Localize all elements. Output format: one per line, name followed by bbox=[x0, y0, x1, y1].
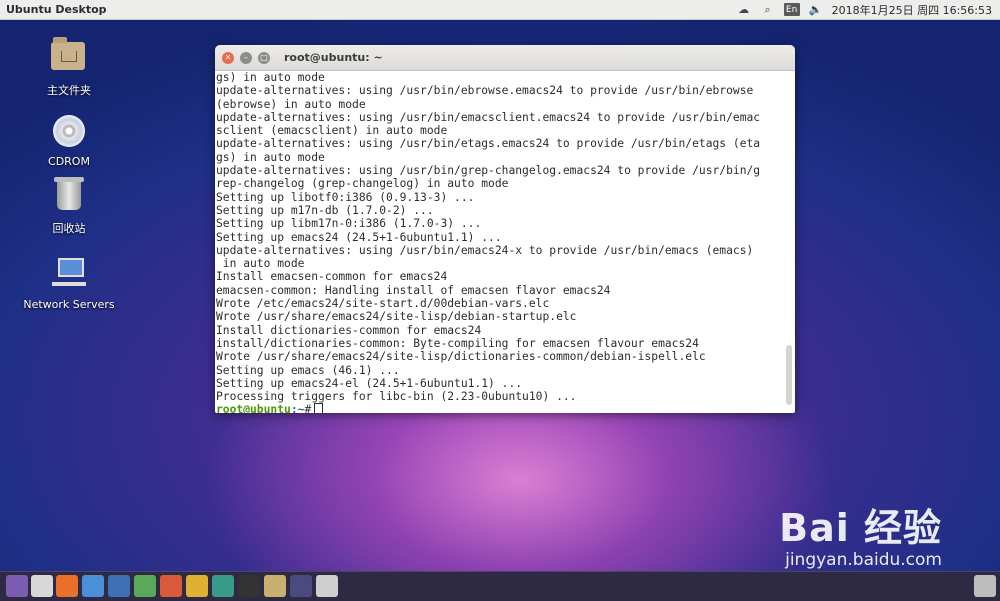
desktop-icon-label: 回收站 bbox=[52, 222, 86, 235]
terminal-scrollbar[interactable] bbox=[786, 345, 792, 405]
image-editor-icon[interactable] bbox=[186, 575, 208, 597]
dock-trash-icon[interactable] bbox=[974, 575, 996, 597]
terminal-title: root@ubuntu: ~ bbox=[284, 51, 383, 64]
terminal-icon[interactable] bbox=[238, 575, 260, 597]
desktop-icon-label: CDROM bbox=[48, 155, 90, 168]
file-manager-icon[interactable] bbox=[31, 575, 53, 597]
watermark-url: jingyan.baidu.com bbox=[785, 550, 942, 570]
terminal-line: install/dictionaries-common: Byte-compil… bbox=[216, 336, 699, 350]
presentation-icon[interactable] bbox=[160, 575, 182, 597]
terminal-line: Processing triggers for libc-bin (2.23-0… bbox=[216, 390, 577, 404]
workspace-switcher-icon[interactable] bbox=[290, 575, 312, 597]
firefox-icon[interactable] bbox=[56, 575, 78, 597]
prompt-symbol: # bbox=[304, 403, 312, 413]
terminal-line: update-alternatives: using /usr/bin/grep… bbox=[216, 164, 761, 178]
desktop-icon-network[interactable]: Network Servers bbox=[19, 254, 119, 311]
search-icon[interactable]: ⌕ bbox=[760, 3, 776, 17]
terminal-line: gs) in auto mode bbox=[216, 150, 325, 164]
save-icon[interactable] bbox=[316, 575, 338, 597]
cdrom-icon bbox=[53, 115, 85, 147]
close-button[interactable]: ✕ bbox=[222, 51, 234, 64]
terminal-line: Setting up libotf0:i386 (0.9.13-3) ... bbox=[216, 190, 475, 204]
cloud-sync-icon[interactable]: ☁ bbox=[736, 3, 752, 17]
terminal-line: Setting up emacs24-el (24.5+1-6ubuntu1.1… bbox=[216, 376, 523, 390]
terminal-line: Setting up emacs24 (24.5+1-6ubuntu1.1) .… bbox=[216, 230, 502, 244]
terminal-line: Wrote /usr/share/emacs24/site-lisp/debia… bbox=[216, 310, 577, 324]
maximize-button[interactable]: □ bbox=[258, 51, 270, 64]
terminal-window[interactable]: ✕ – □ root@ubuntu: ~ gs) in auto mode upd… bbox=[215, 45, 795, 413]
watermark-brand: Bai 经验 bbox=[779, 506, 942, 550]
terminal-line: update-alternatives: using /usr/bin/ebro… bbox=[216, 84, 754, 98]
terminal-titlebar[interactable]: ✕ – □ root@ubuntu: ~ bbox=[215, 45, 795, 71]
document-icon[interactable] bbox=[108, 575, 130, 597]
volume-icon[interactable]: 🔈 bbox=[808, 3, 824, 17]
terminal-line: Install emacsen-common for emacs24 bbox=[216, 270, 448, 284]
terminal-line: sclient (emacsclient) in auto mode bbox=[216, 124, 448, 138]
terminal-line: Install dictionaries-common for emacs24 bbox=[216, 323, 482, 337]
terminal-line: update-alternatives: using /usr/bin/etag… bbox=[216, 137, 761, 151]
desktop-icon-label: Network Servers bbox=[23, 298, 115, 311]
terminal-line: Setting up emacs (46.1) ... bbox=[216, 363, 400, 377]
apps-menu-icon[interactable] bbox=[6, 575, 28, 597]
desktop-icon-label: 主文件夹 bbox=[47, 84, 91, 97]
terminal-line: Setting up m17n-db (1.7.0-2) ... bbox=[216, 203, 434, 217]
desktop-icon-cdrom[interactable]: CDROM bbox=[19, 113, 119, 168]
prompt-path: :~ bbox=[290, 403, 305, 413]
prompt-user: root@ubuntu bbox=[216, 403, 291, 413]
bottom-dock bbox=[0, 571, 1000, 601]
terminal-cursor bbox=[314, 403, 324, 413]
top-panel: Ubuntu Desktop ☁ ⌕ En 🔈 2018年1月25日 周四 16… bbox=[0, 0, 1000, 20]
clock[interactable]: 2018年1月25日 周四 16:56:53 bbox=[832, 2, 992, 18]
desktop-icon-trash[interactable]: 回收站 bbox=[19, 177, 119, 236]
terminal-line: emacsen-common: Handling install of emac… bbox=[216, 283, 611, 297]
terminal-line: rep-changelog (grep-changelog) in auto m… bbox=[216, 177, 509, 191]
terminal-line: Wrote /usr/share/emacs24/site-lisp/dicti… bbox=[216, 350, 706, 364]
home-folder-icon bbox=[51, 37, 85, 70]
terminal-line: Setting up libm17n-0:i386 (1.7.0-3) ... bbox=[216, 217, 482, 231]
terminal-line: gs) in auto mode bbox=[216, 71, 325, 84]
indicator-area: ☁ ⌕ En 🔈 2018年1月25日 周四 16:56:53 bbox=[736, 2, 1000, 18]
desktop-icon-home[interactable]: 主文件夹 bbox=[19, 36, 119, 98]
minimize-button[interactable]: – bbox=[240, 51, 252, 64]
terminal-line: update-alternatives: using /usr/bin/emac… bbox=[216, 110, 761, 124]
terminal-line: in auto mode bbox=[216, 257, 305, 271]
spreadsheet-icon[interactable] bbox=[134, 575, 156, 597]
active-app-title: Ubuntu Desktop bbox=[6, 3, 107, 16]
terminal-line: update-alternatives: using /usr/bin/emac… bbox=[216, 243, 754, 257]
terminal-output[interactable]: gs) in auto mode update-alternatives: usi… bbox=[215, 71, 783, 413]
chromium-icon[interactable] bbox=[82, 575, 104, 597]
terminal-prompt[interactable]: root@ubuntu:~# bbox=[216, 403, 783, 413]
terminal-line: (ebrowse) in auto mode bbox=[216, 97, 366, 111]
archive-icon[interactable] bbox=[264, 575, 286, 597]
keyboard-layout-indicator[interactable]: En bbox=[783, 3, 800, 16]
baidu-watermark: Bai 经验 jingyan.baidu.com bbox=[779, 497, 942, 570]
trash-icon bbox=[54, 177, 84, 210]
software-center-icon[interactable] bbox=[212, 575, 234, 597]
network-servers-icon bbox=[52, 258, 86, 286]
terminal-line: Wrote /etc/emacs24/site-start.d/00debian… bbox=[216, 297, 550, 311]
